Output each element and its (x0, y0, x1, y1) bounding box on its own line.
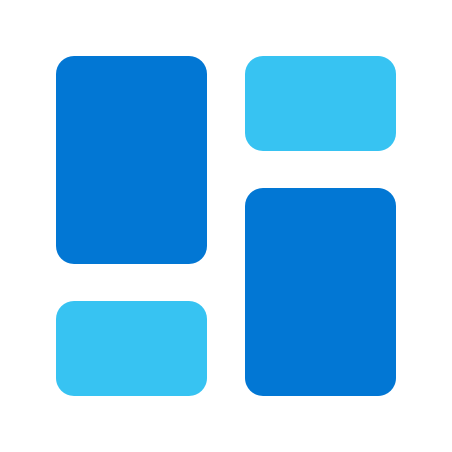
dashboard-layout-icon (0, 0, 452, 452)
tile-bottom-right (245, 188, 396, 396)
tile-bottom-left (56, 301, 207, 396)
tile-top-right (245, 56, 396, 151)
tile-top-left (56, 56, 207, 264)
